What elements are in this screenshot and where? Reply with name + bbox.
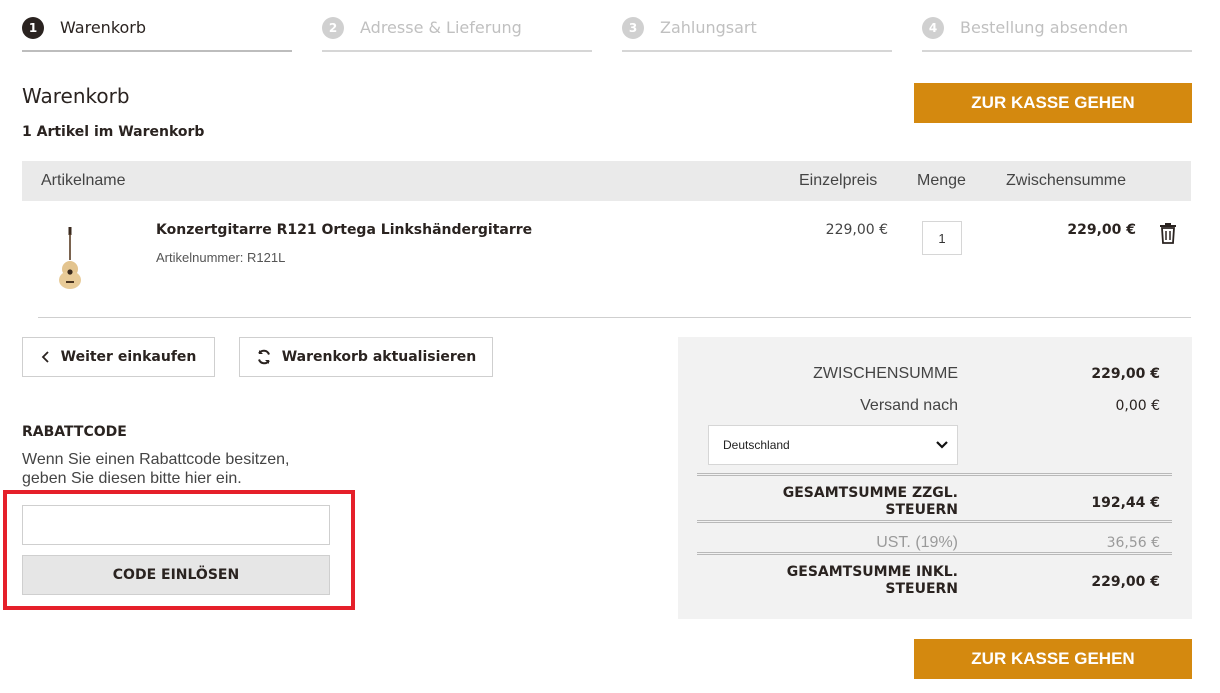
update-cart-label: Warenkorb aktualisieren xyxy=(281,349,477,365)
shipping-country-select[interactable]: Deutschland xyxy=(708,425,958,465)
step-submit[interactable]: 4 Bestellung absenden xyxy=(922,12,1192,52)
guitar-icon[interactable] xyxy=(50,225,90,290)
col-header-name: Artikelname xyxy=(41,172,126,189)
divider xyxy=(697,520,1172,523)
step-payment[interactable]: 3 Zahlungsart xyxy=(622,12,892,52)
col-header-unit-price: Einzelpreis xyxy=(799,172,878,189)
col-header-subtotal: Zwischensumme xyxy=(1006,172,1127,189)
continue-shopping-label: Weiter einkaufen xyxy=(60,349,197,365)
divider xyxy=(38,317,1191,318)
highlight-box xyxy=(3,490,355,610)
product-sku: R121L xyxy=(247,250,286,265)
vat-label: UST. (19%) xyxy=(876,534,958,551)
refresh-icon xyxy=(257,349,270,365)
coupon-title: RABATTCODE xyxy=(22,424,127,440)
cart-table-header: Artikelname Einzelpreis Menge Zwischensu… xyxy=(22,161,1191,201)
cart-item-count: 1 Artikel im Warenkorb xyxy=(22,124,205,140)
shipping-value: 0,00 € xyxy=(1115,398,1160,414)
step-label: Zahlungsart xyxy=(660,18,757,37)
gross-total-label: GESAMTSUMME INKL. STEUERN xyxy=(786,564,958,597)
product-sku-label: Artikelnummer: xyxy=(156,250,244,265)
net-total-value: 192,44 € xyxy=(1091,495,1160,511)
step-number: 4 xyxy=(922,17,944,39)
checkout-button-bottom[interactable]: ZUR KASSE GEHEN xyxy=(914,639,1192,679)
quantity-input[interactable] xyxy=(922,221,962,255)
step-number: 1 xyxy=(22,17,44,39)
subtotal-value: 229,00 € xyxy=(1091,366,1160,382)
vat-value: 36,56 € xyxy=(1106,535,1160,551)
step-cart[interactable]: 1 Warenkorb xyxy=(22,12,292,52)
col-header-quantity: Menge xyxy=(917,172,966,189)
continue-shopping-button[interactable]: Weiter einkaufen xyxy=(22,337,215,377)
shipping-label: Versand nach xyxy=(860,397,958,414)
chevron-down-icon xyxy=(936,441,948,449)
divider xyxy=(697,473,1172,476)
trash-icon[interactable] xyxy=(1158,221,1178,245)
product-subtotal: 229,00 € xyxy=(1067,222,1136,238)
subtotal-label: ZWISCHENSUMME xyxy=(813,365,958,382)
step-number: 3 xyxy=(622,17,644,39)
shipping-country-value: Deutschland xyxy=(723,438,790,452)
step-number: 2 xyxy=(322,17,344,39)
page-title: Warenkorb xyxy=(22,84,130,108)
update-cart-button[interactable]: Warenkorb aktualisieren xyxy=(239,337,493,377)
step-label: Warenkorb xyxy=(60,18,147,37)
chevron-left-icon xyxy=(41,351,49,363)
product-unit-price: 229,00 € xyxy=(825,222,888,238)
step-address[interactable]: 2 Adresse & Lieferung xyxy=(322,12,592,52)
product-name[interactable]: Konzertgitarre R121 Ortega Linkshändergi… xyxy=(156,222,532,238)
checkout-button-top[interactable]: ZUR KASSE GEHEN xyxy=(914,83,1192,123)
gross-total-value: 229,00 € xyxy=(1091,574,1160,590)
net-total-label: GESAMTSUMME ZZGL. STEUERN xyxy=(782,485,958,518)
step-label: Bestellung absenden xyxy=(960,18,1129,37)
coupon-description: Wenn Sie einen Rabattcode besitzen, gebe… xyxy=(22,451,290,487)
divider xyxy=(697,552,1172,555)
step-label: Adresse & Lieferung xyxy=(360,18,522,37)
product-sku-line: Artikelnummer: R121L xyxy=(156,250,285,265)
